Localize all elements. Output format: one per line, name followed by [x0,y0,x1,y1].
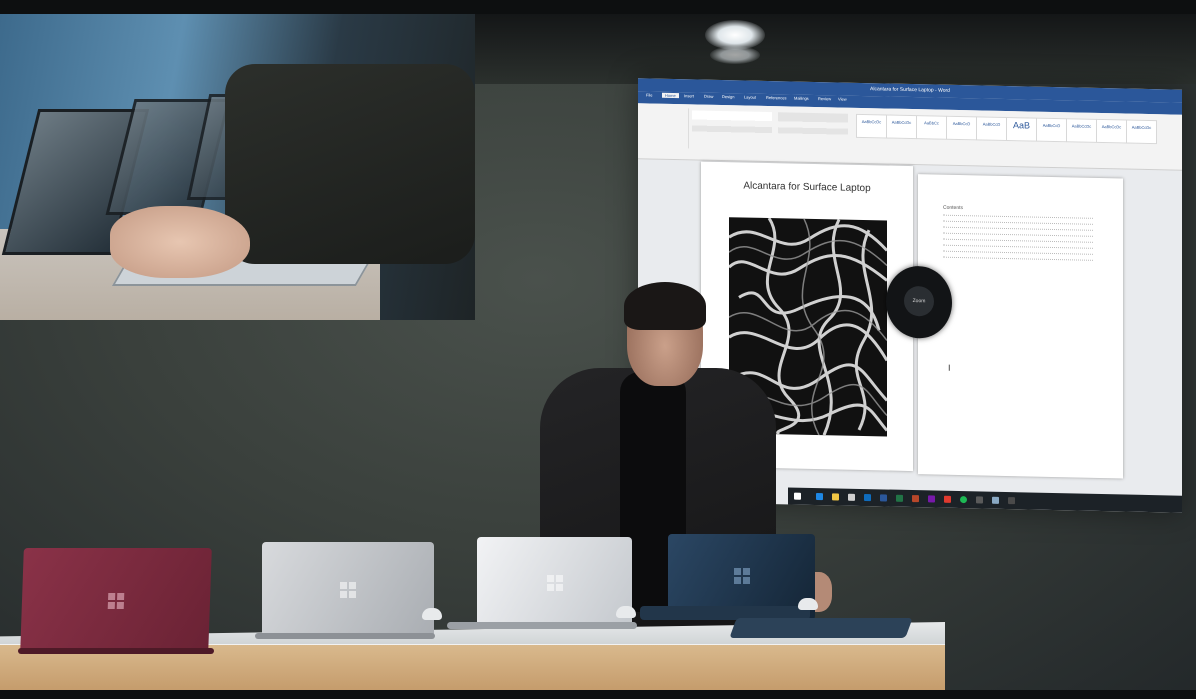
style-normal[interactable]: AaBbCcDc [856,113,887,139]
style-intense-emphasis[interactable]: AaBbCcDc [1126,119,1157,145]
tab-references[interactable]: References [766,95,786,100]
presenter-hand-photo [110,206,250,278]
app-icon[interactable] [976,496,983,504]
toc-item [943,244,1093,249]
tab-home[interactable]: Home [662,92,679,99]
style-emphasis[interactable]: AaBbCcDc [1096,118,1127,144]
presenter-hair [624,282,706,330]
tab-insert[interactable]: Insert [684,93,694,98]
spotify-icon[interactable] [960,496,967,504]
store-icon[interactable] [848,493,855,501]
word-icon[interactable] [880,494,887,502]
mail-icon[interactable] [864,494,871,502]
style-title[interactable]: AaB [1006,117,1037,142]
tab-design[interactable]: Design [722,94,734,99]
laptop-base [18,648,214,654]
dial-center[interactable]: Zoom [904,285,934,317]
document-page-2[interactable]: Contents [918,174,1123,479]
toc-item [943,250,1093,255]
laptop-base [447,622,637,629]
toc-item [943,226,1093,231]
style-heading-1[interactable]: AaBbCc [916,115,947,140]
font-group [692,110,772,143]
surface-mouse [422,608,442,620]
presenter-arm-photo [225,64,475,264]
photo-screen [0,14,475,320]
clipboard-group [642,107,689,149]
start-icon[interactable] [794,492,801,500]
tab-layout[interactable]: Layout [744,95,756,100]
toc-item [943,214,1093,219]
laptop-platinum [262,542,434,638]
tab-file[interactable]: File [646,92,652,97]
edge-icon[interactable] [816,493,823,501]
excel-icon[interactable] [896,494,903,502]
surface-mouse [616,606,636,618]
letterbox-bottom [0,690,1196,699]
letterbox-top [0,0,1196,14]
photos-icon[interactable] [992,496,999,504]
toc-item [943,220,1093,225]
ribbon: AaBbCcDc AaBbCcDc AaBbCc AaBbCcD AaBbCcD… [638,103,1182,171]
onenote-icon[interactable] [928,495,935,503]
document-title: Alcantara for Surface Laptop [743,180,871,195]
surface-mouse [798,598,818,610]
tab-mailings[interactable]: Mailings [794,96,809,101]
windows-logo-icon [734,568,750,584]
tab-view[interactable]: View [838,96,847,101]
surface-dial-menu[interactable]: Zoom [886,265,952,339]
windows-logo-icon [340,582,356,598]
tab-draw[interactable]: Draw [704,94,713,99]
explorer-icon[interactable] [832,493,839,501]
tab-review[interactable]: Review [818,96,831,101]
toc-item [943,256,1093,261]
laptop-base [255,633,435,639]
laptop-silver [477,537,632,629]
toc-item [943,238,1093,243]
laptop-cobalt-keyboard [729,618,913,638]
powerpoint-icon[interactable] [912,495,919,503]
style-subtitle[interactable]: AaBbCcD [1036,117,1067,143]
contents-heading: Contents [943,204,964,212]
toc-item [943,232,1093,237]
stage-light [710,46,760,64]
paragraph-group [778,112,848,144]
windows-logo-icon [547,575,563,591]
app-icon[interactable] [944,495,951,503]
windows-logo-icon [107,593,125,609]
style-heading-3[interactable]: AaBbCcD [976,116,1007,142]
text-cursor-icon: I [948,362,951,373]
style-subtle-emphasis[interactable]: AaBbCcDc [1066,118,1097,143]
app-icon[interactable] [1008,497,1015,505]
style-no-spacing[interactable]: AaBbCcDc [886,114,917,140]
laptop-burgundy [20,548,212,654]
style-heading-2[interactable]: AaBbCcD [946,115,977,141]
